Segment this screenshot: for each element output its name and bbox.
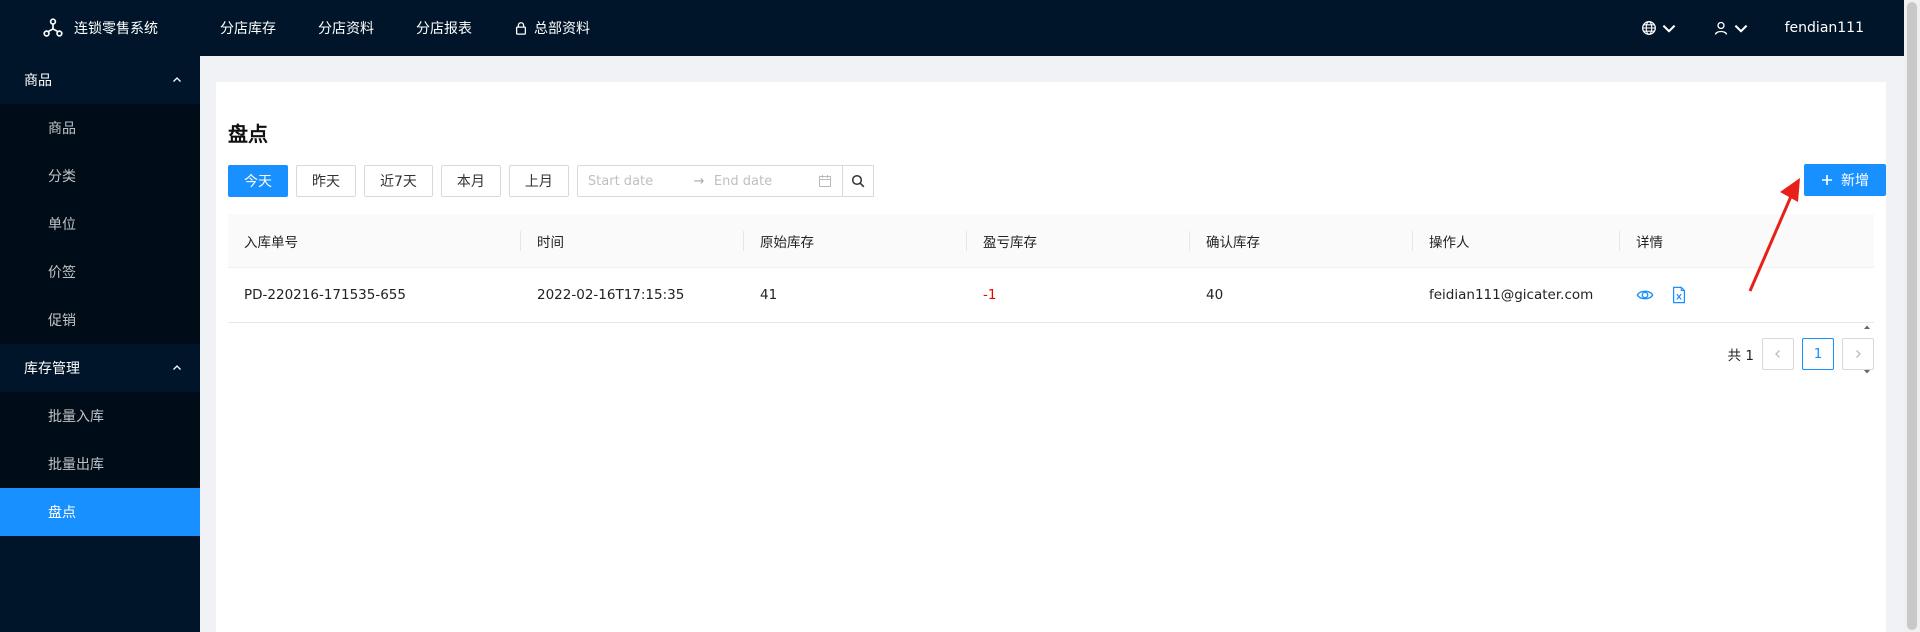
page-scrollbar[interactable]: [1904, 0, 1920, 632]
topnav-label: 分店报表: [416, 21, 472, 37]
app-logo[interactable]: 连锁零售系统: [42, 0, 158, 56]
filter-last-month-button[interactable]: 上月: [508, 165, 569, 197]
sidebar-item-batch-out[interactable]: 批量出库: [0, 440, 200, 488]
column-header: 确认库存: [1190, 214, 1413, 267]
calendar-icon: [818, 175, 831, 187]
chevron-down-icon: [1662, 24, 1675, 33]
scroll-up-icon[interactable]: [1862, 322, 1872, 332]
filter-yesterday-button[interactable]: 昨天: [296, 165, 356, 197]
chevron-up-icon: [173, 365, 181, 370]
table-header: 入库单号 时间 原始库存 盈亏库存 确认库存 操作人 详情: [228, 214, 1874, 268]
page-title: 盘点: [228, 122, 268, 146]
cell-order-id: PD-220216-171535-655: [244, 287, 406, 303]
sidebar-item-stocktake[interactable]: 盘点: [0, 488, 200, 536]
sidebar-submenu-inventory: 批量入库 批量出库 盘点: [0, 392, 200, 536]
content-card: 盘点 今天 昨天 近7天 本月 上月 Start date → End date…: [216, 82, 1886, 632]
add-button-label: 新增: [1841, 173, 1869, 189]
sidebar-group-inventory[interactable]: 库存管理: [0, 344, 200, 392]
end-date-input[interactable]: End date: [714, 174, 810, 189]
sidebar-group-label: 商品: [24, 73, 52, 89]
sidebar-group-label: 库存管理: [24, 361, 80, 377]
table-row: PD-220216-171535-655 2022-02-16T17:15:35…: [228, 268, 1874, 374]
pagination: 共 1 1: [1728, 338, 1874, 370]
range-separator: →: [693, 173, 705, 189]
app-title: 连锁零售系统: [74, 21, 158, 37]
column-header: 原始库存: [744, 214, 967, 267]
sidebar-group-goods[interactable]: 商品: [0, 56, 200, 104]
sidebar-item-category[interactable]: 分类: [0, 152, 200, 200]
topnav-label: 分店资料: [318, 21, 374, 37]
topnav-branch-stock[interactable]: 分店库存: [220, 18, 276, 38]
user-dropdown[interactable]: [1713, 20, 1749, 36]
plus-icon: [1822, 175, 1832, 185]
cell-diff-stock: -1: [983, 287, 997, 303]
stocktake-table: 入库单号 时间 原始库存 盈亏库存 确认库存 操作人 详情 PD-220216-…: [228, 214, 1874, 374]
topnav-label: 总部资料: [534, 21, 590, 37]
chevron-right-icon: [1856, 350, 1861, 358]
add-button[interactable]: 新增: [1804, 164, 1886, 196]
sidebar-item-goods[interactable]: 商品: [0, 104, 200, 152]
column-header: 操作人: [1413, 214, 1620, 267]
next-page-button[interactable]: [1842, 338, 1874, 370]
pagination-total: 共 1: [1727, 348, 1754, 364]
sidebar-item-price-tag[interactable]: 价签: [0, 248, 200, 296]
column-header: 盈亏库存: [967, 214, 1190, 267]
filter-last7-button[interactable]: 近7天: [364, 165, 433, 197]
scrollbar-thumb[interactable]: [1907, 2, 1917, 630]
lock-icon: [515, 22, 527, 35]
column-header: 入库单号: [228, 214, 521, 267]
column-header: 详情: [1636, 234, 1663, 251]
chevron-down-icon: [1734, 24, 1747, 33]
start-date-input[interactable]: Start date: [588, 174, 684, 189]
globe-icon: [1641, 21, 1656, 35]
top-bar: 连锁零售系统 分店库存 分店资料 分店报表 总部资料 fendian111: [0, 0, 1920, 56]
user-icon: [1714, 21, 1727, 35]
topnav-branch-data[interactable]: 分店资料: [318, 18, 374, 38]
language-dropdown[interactable]: [1641, 20, 1677, 36]
app-logo-icon: [43, 18, 63, 37]
page-number-button[interactable]: 1: [1802, 338, 1834, 370]
search-icon: [851, 174, 865, 188]
date-range-picker[interactable]: Start date → End date: [576, 165, 843, 197]
cell-confirmed-stock: 40: [1206, 287, 1224, 303]
filter-today-button[interactable]: 今天: [228, 165, 288, 197]
chevron-left-icon: [1775, 350, 1780, 358]
top-nav: 分店库存 分店资料 分店报表 总部资料: [220, 0, 632, 56]
topnav-branch-report[interactable]: 分店报表: [416, 18, 472, 38]
chevron-up-icon: [173, 77, 181, 82]
prev-page-button[interactable]: [1762, 338, 1794, 370]
cell-details: [1620, 268, 1874, 322]
cell-time: 2022-02-16T17:15:35: [537, 287, 685, 303]
sidebar-item-promotion[interactable]: 促销: [0, 296, 200, 344]
cell-original-stock: 41: [760, 287, 778, 303]
cell-operator: feidian111@gicater.com: [1429, 287, 1594, 303]
sidebar-submenu-goods: 商品 分类 单位 价签 促销: [0, 104, 200, 344]
excel-file-icon[interactable]: [1670, 286, 1688, 304]
sidebar-item-unit[interactable]: 单位: [0, 200, 200, 248]
search-button[interactable]: [841, 165, 874, 197]
filter-toolbar: 今天 昨天 近7天 本月 上月 Start date → End date: [228, 165, 874, 197]
topnav-hq-data[interactable]: 总部资料: [514, 18, 590, 38]
sidebar-item-batch-in[interactable]: 批量入库: [0, 392, 200, 440]
username[interactable]: fendian111: [1785, 20, 1864, 36]
top-right-tools: fendian111: [1641, 0, 1920, 56]
sidebar: 商品 商品 分类 单位 价签 促销 库存管理 批量入库 批量出库 盘点: [0, 56, 200, 632]
topnav-label: 分店库存: [220, 21, 276, 37]
filter-this-month-button[interactable]: 本月: [440, 165, 501, 197]
row-actions: [1636, 286, 1688, 304]
eye-icon[interactable]: [1636, 286, 1654, 304]
column-header: 时间: [521, 214, 744, 267]
